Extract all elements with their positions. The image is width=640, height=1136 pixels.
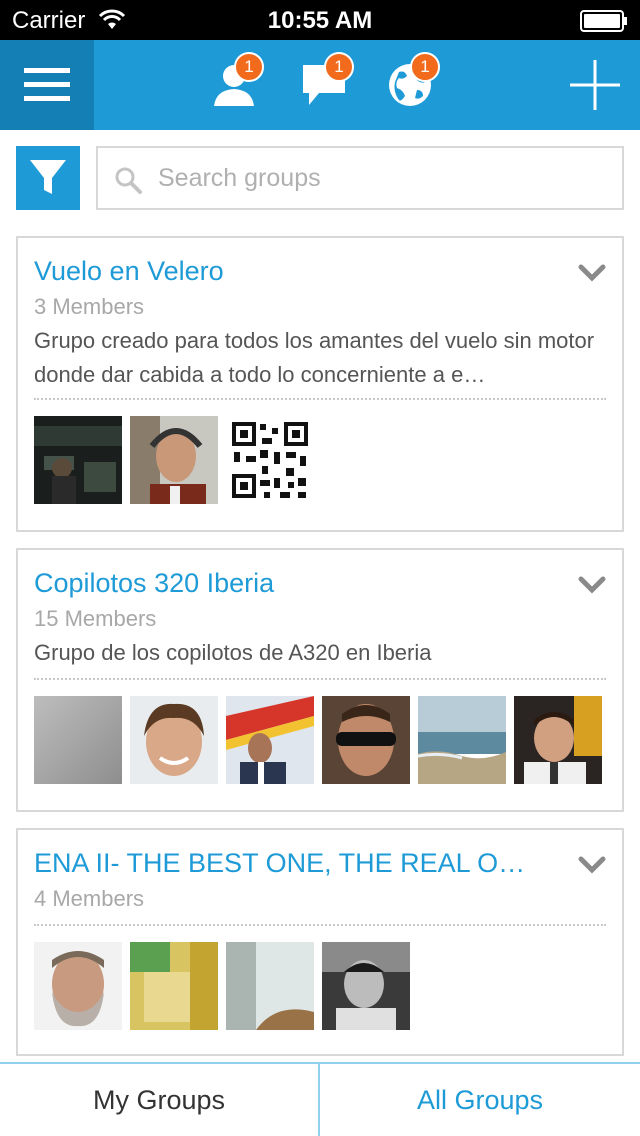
member-avatar[interactable]: [130, 696, 218, 784]
group-card[interactable]: Copilotos 320 Iberia 15 Members Grupo de…: [16, 548, 624, 812]
member-avatar[interactable]: [226, 942, 314, 1030]
member-avatar[interactable]: [34, 416, 122, 504]
group-card[interactable]: Vuelo en Velero 3 Members Grupo creado p…: [16, 236, 624, 532]
member-avatar[interactable]: [514, 696, 602, 784]
group-description: Grupo de los copilotos de A320 en Iberia: [34, 640, 432, 665]
member-avatar[interactable]: [226, 696, 314, 784]
filter-icon: [30, 160, 66, 194]
friends-button[interactable]: 1: [196, 40, 276, 130]
member-avatar[interactable]: [34, 696, 122, 784]
divider: [34, 924, 606, 926]
friends-badge: 1: [234, 52, 264, 82]
messages-badge: 1: [324, 52, 354, 82]
chevron-down-icon[interactable]: [578, 576, 606, 594]
bottom-tab-bar: My Groups All Groups: [0, 1062, 640, 1136]
group-card[interactable]: ENA II- THE BEST ONE, THE REAL O… 4 Memb…: [16, 828, 624, 1056]
divider: [34, 678, 606, 680]
notifications-button[interactable]: 1: [370, 40, 450, 130]
qr-code-avatar[interactable]: [226, 416, 314, 504]
plus-icon: [570, 60, 620, 110]
member-avatar[interactable]: [322, 942, 410, 1030]
member-count: 4 Members: [34, 886, 145, 911]
member-avatar[interactable]: [130, 942, 218, 1030]
tab-all-groups[interactable]: All Groups: [320, 1064, 640, 1136]
member-avatar[interactable]: [130, 416, 218, 504]
filter-button[interactable]: [16, 146, 80, 210]
member-avatar[interactable]: [34, 942, 122, 1030]
search-box[interactable]: [96, 146, 624, 210]
chevron-down-icon[interactable]: [578, 856, 606, 874]
add-group-button[interactable]: [568, 58, 622, 112]
menu-button[interactable]: [0, 40, 94, 130]
tab-my-groups[interactable]: My Groups: [0, 1064, 320, 1136]
member-count: 3 Members: [34, 294, 145, 319]
group-title[interactable]: ENA II- THE BEST ONE, THE REAL O…: [34, 848, 564, 879]
chevron-down-icon[interactable]: [578, 264, 606, 282]
battery-icon: [580, 10, 627, 32]
nav-bar: 1 1 1: [0, 40, 640, 130]
status-bar: Carrier 10:55 AM: [0, 0, 640, 40]
group-title[interactable]: Vuelo en Velero: [34, 256, 564, 287]
hamburger-icon: [24, 68, 70, 101]
search-icon: [115, 167, 142, 194]
status-time: 10:55 AM: [267, 7, 373, 34]
group-title[interactable]: Copilotos 320 Iberia: [34, 568, 564, 599]
member-avatar[interactable]: [322, 696, 410, 784]
messages-button[interactable]: 1: [284, 40, 364, 130]
member-avatar[interactable]: [418, 696, 506, 784]
search-input[interactable]: [158, 156, 608, 200]
member-count: 15 Members: [34, 606, 157, 631]
group-description: Grupo creado para todos los amantes del …: [34, 328, 595, 387]
notifications-badge: 1: [410, 52, 440, 82]
divider: [34, 398, 606, 400]
